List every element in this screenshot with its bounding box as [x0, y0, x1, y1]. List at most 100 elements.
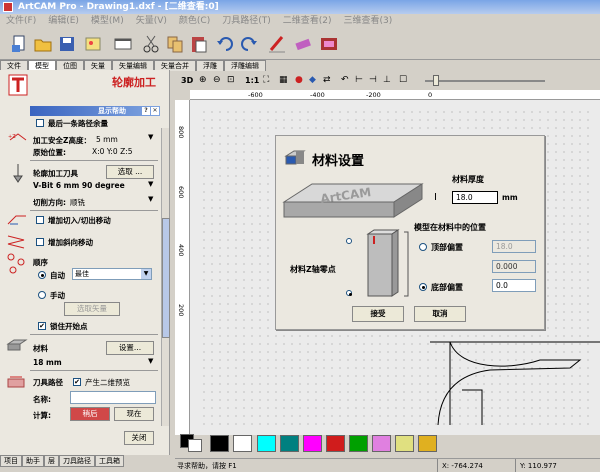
top-offset-label: 顶部偏置 — [431, 243, 463, 252]
cut-icon[interactable] — [140, 33, 162, 55]
vector-select-icon[interactable]: ◆ — [309, 75, 316, 85]
color-swatch-white[interactable] — [233, 435, 252, 452]
window-icon[interactable] — [112, 33, 134, 55]
material-dropdown-icon[interactable]: ▼ — [148, 357, 153, 365]
select-vector-button[interactable]: 选取矢量 — [64, 302, 120, 316]
fit-view-icon[interactable]: ⛶ — [263, 75, 269, 85]
bottom-offset-input[interactable]: 0.0 — [492, 279, 536, 292]
help-bar[interactable]: 显示帮助 ? ✕ — [30, 106, 160, 116]
menu-model[interactable]: 模型(M) — [85, 14, 130, 28]
close-help-icon[interactable]: ✕ — [151, 107, 159, 115]
bottom-offset-label: 底部偏置 — [431, 283, 463, 292]
cancel-button[interactable]: 取消 — [414, 306, 466, 322]
safe-z-value[interactable]: 5 mm — [96, 135, 118, 144]
last-pass-checkbox[interactable] — [36, 119, 44, 127]
tab-relief[interactable]: 浮雕 — [196, 60, 224, 71]
close-button[interactable]: 关闭 — [124, 431, 154, 445]
3d-view-button[interactable]: 3D — [181, 76, 193, 85]
zoom-in-icon[interactable]: ⊕ — [199, 75, 207, 85]
tab-relief-edit[interactable]: 浮雕编辑 — [224, 60, 266, 71]
accept-button[interactable]: 接受 — [352, 306, 404, 322]
main-toolbar — [0, 30, 600, 60]
manual-order-radio[interactable] — [38, 291, 46, 299]
redo-icon[interactable] — [238, 33, 260, 55]
align-left-icon[interactable]: ⊢ — [355, 75, 363, 85]
color-swatch-yellow[interactable] — [395, 435, 414, 452]
color-swatch-teal[interactable] — [280, 435, 299, 452]
align-center-icon[interactable]: ⊣ — [369, 75, 377, 85]
bottom-offset-radio[interactable] — [419, 283, 427, 291]
zoom-out-icon[interactable]: ⊖ — [213, 75, 221, 85]
eraser-icon[interactable] — [292, 33, 314, 55]
zero-bottom-radio[interactable] — [346, 290, 352, 296]
menu-3d-view[interactable]: 三维查看(3) — [338, 14, 399, 28]
measure-icon[interactable]: ☐ — [399, 75, 407, 85]
transform-icon[interactable]: ⇄ — [323, 75, 331, 85]
color-swatch-green[interactable] — [349, 435, 368, 452]
node-edit-icon[interactable]: ● — [295, 75, 303, 85]
color-swatch-magenta[interactable] — [303, 435, 322, 452]
top-offset-input[interactable]: 18.0 — [492, 240, 536, 253]
zoom-ratio-button[interactable]: 1:1 — [245, 76, 259, 85]
menu-file[interactable]: 文件(F) — [0, 14, 42, 28]
safe-z-dropdown-icon[interactable]: ▼ — [148, 133, 153, 141]
tab-layers[interactable]: 层 — [44, 455, 59, 467]
edit-pen-icon[interactable] — [266, 33, 288, 55]
color-swatch-black[interactable] — [210, 435, 229, 452]
zoom-window-icon[interactable]: ⊡ — [227, 75, 235, 85]
calculate-later-button[interactable]: 稍后 — [70, 407, 110, 421]
tab-toolpaths[interactable]: 刀具路径 — [59, 455, 95, 467]
color-swatch-pink[interactable] — [372, 435, 391, 452]
cut-direction-dropdown-icon[interactable]: ▼ — [148, 195, 153, 203]
menu-toolpath[interactable]: 刀具路径(T) — [216, 14, 277, 28]
tab-assistant[interactable]: 助手 — [22, 455, 44, 467]
menu-edit[interactable]: 编辑(E) — [42, 14, 85, 28]
toolpath-name-input[interactable] — [70, 391, 156, 404]
tab-project[interactable]: 项目 — [0, 455, 22, 467]
save-icon[interactable] — [56, 33, 78, 55]
scrollbar-thumb[interactable] — [162, 218, 170, 338]
auto-order-radio[interactable] — [38, 271, 46, 279]
menu-vector[interactable]: 矢量(V) — [130, 14, 173, 28]
menu-2d-view[interactable]: 二维查看(2) — [277, 14, 338, 28]
slider-track[interactable] — [425, 80, 545, 82]
chevron-down-icon[interactable]: ▼ — [141, 269, 151, 279]
tool-dropdown-icon[interactable]: ▼ — [148, 180, 153, 188]
dialog-title: 材料设置 — [312, 154, 365, 169]
ramp-checkbox[interactable] — [36, 238, 44, 246]
calculate-now-button[interactable]: 现在 — [114, 407, 154, 421]
new-file-icon[interactable] — [8, 33, 30, 55]
tab-toolbox[interactable]: 工具箱 — [95, 455, 124, 467]
select-tool-button[interactable]: 选取 ... — [106, 165, 154, 179]
zero-top-radio[interactable] — [346, 238, 352, 244]
slider-thumb[interactable] — [433, 75, 439, 86]
secondary-color-swatch[interactable] — [188, 439, 202, 452]
paste-icon[interactable] — [188, 33, 210, 55]
top-offset-radio[interactable] — [419, 243, 427, 251]
auto-order-select[interactable]: 最佳 ▼ — [72, 268, 152, 280]
thickness-input[interactable]: 18.0 — [452, 191, 498, 204]
import-icon[interactable] — [82, 33, 104, 55]
preview-checkbox[interactable]: ✔ — [73, 378, 81, 386]
cut-direction-value[interactable]: 顺铣 — [70, 197, 85, 208]
menu-color[interactable]: 颜色(C) — [173, 14, 216, 28]
copy-icon[interactable] — [164, 33, 186, 55]
ramp-icon — [6, 232, 28, 252]
color-swatch-gold[interactable] — [418, 435, 437, 452]
drawing-vectors[interactable] — [430, 330, 600, 430]
library-icon[interactable] — [318, 33, 340, 55]
lock-start-checkbox[interactable]: ✔ — [38, 322, 46, 330]
material-setup-dialog: 材料设置 ArtCAM 材料厚度 I 18.0 mm 模型在材料中的位置 材料Z… — [275, 135, 545, 330]
undo-icon[interactable] — [214, 33, 236, 55]
help-question-icon[interactable]: ? — [142, 107, 150, 115]
align-right-icon[interactable]: ⊥ — [383, 75, 391, 85]
open-folder-icon[interactable] — [32, 33, 54, 55]
panel-scrollbar[interactable] — [161, 128, 170, 426]
material-setup-button[interactable]: 设置... — [106, 341, 154, 355]
color-swatch-cyan[interactable] — [257, 435, 276, 452]
rotate-icon[interactable]: ↶ — [341, 75, 349, 85]
lead-in-checkbox[interactable] — [36, 216, 44, 224]
grid-icon[interactable]: ▦ — [279, 75, 288, 85]
status-y-coordinate: Y: 110.977 — [515, 459, 595, 472]
color-swatch-red[interactable] — [326, 435, 345, 452]
